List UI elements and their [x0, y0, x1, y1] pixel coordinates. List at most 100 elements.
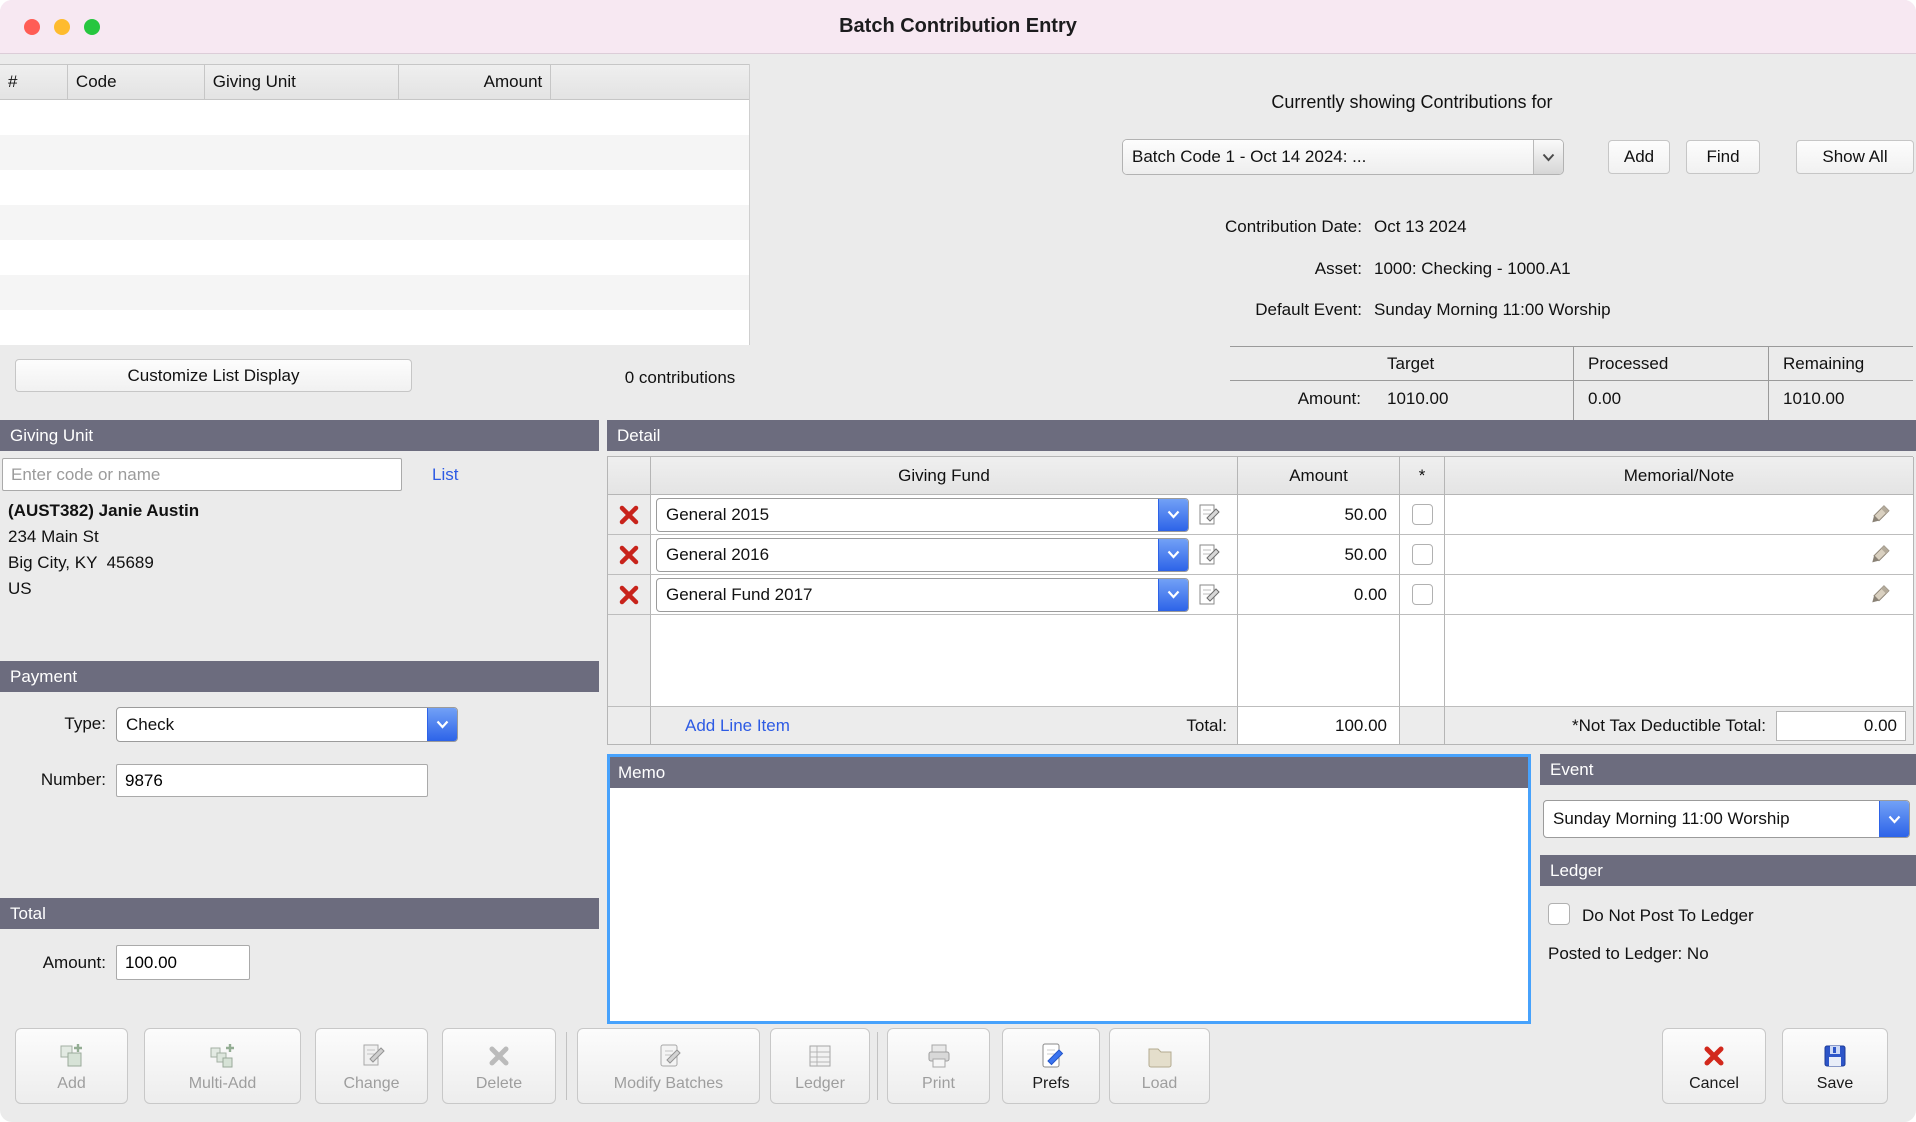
chevron-down-icon: [1158, 579, 1188, 611]
default-event-value: Sunday Morning 11:00 Worship: [1374, 300, 1611, 320]
delete-line-button[interactable]: [608, 535, 651, 575]
not-tax-deductible-total-value: 0.00: [1776, 711, 1906, 741]
chevron-down-icon: [427, 708, 457, 741]
detail-row: General Fund 2017 0.00: [608, 575, 1913, 615]
memorial-note-cell[interactable]: [1445, 535, 1914, 575]
contributions-list-body: [0, 100, 749, 345]
title-bar: Batch Contribution Entry: [0, 0, 1916, 54]
toolbar-ledger-button[interactable]: Ledger: [770, 1028, 870, 1104]
edit-fund-button[interactable]: [1196, 582, 1222, 608]
customize-list-display-button[interactable]: Customize List Display: [15, 359, 412, 392]
payment-type-value: Check: [117, 708, 427, 741]
ledger-section-header: Ledger: [1540, 855, 1916, 886]
not-tax-deductible-checkbox[interactable]: [1412, 584, 1433, 605]
line-amount-cell[interactable]: 50.00: [1238, 535, 1400, 575]
edit-fund-button[interactable]: [1196, 542, 1222, 568]
delete-line-button[interactable]: [608, 575, 651, 615]
contribution-count: 0 contributions: [520, 368, 840, 388]
col-extra: [551, 65, 749, 99]
edit-icon: [1196, 502, 1222, 528]
payment-section-header: Payment: [0, 661, 599, 692]
detail-row: General 2016 50.00: [608, 535, 1913, 575]
batch-select[interactable]: Batch Code 1 - Oct 14 2024: ...: [1122, 139, 1564, 175]
stats-col-target: Target: [1373, 347, 1573, 380]
payment-type-select[interactable]: Check: [116, 707, 458, 742]
show-all-button[interactable]: Show All: [1796, 140, 1914, 174]
toolbar-modify-batches-button[interactable]: Modify Batches: [577, 1028, 760, 1104]
toolbar-change-button[interactable]: Change: [315, 1028, 428, 1104]
giving-fund-select[interactable]: General 2015: [656, 498, 1189, 532]
window-title: Batch Contribution Entry: [839, 15, 1077, 38]
chevron-down-icon: [1158, 499, 1188, 531]
giving-unit-address-line: US: [8, 576, 199, 602]
list-row: [0, 135, 749, 170]
delete-row-icon: [617, 503, 641, 527]
line-amount-cell[interactable]: 50.00: [1238, 495, 1400, 535]
toolbar-load-button[interactable]: Load: [1109, 1028, 1210, 1104]
memo-section-header: Memo: [610, 757, 1528, 788]
giving-unit-search-input[interactable]: [2, 458, 402, 491]
asset-value: 1000: Checking - 1000.A1: [1374, 259, 1571, 279]
total-section-header: Total: [0, 898, 599, 929]
multi-add-icon: [208, 1040, 238, 1072]
list-row: [0, 170, 749, 205]
load-icon: [1145, 1040, 1175, 1072]
detail-header-row: Giving Fund Amount * Memorial/Note: [608, 457, 1913, 495]
giving-unit-address-line: 234 Main St: [8, 524, 199, 550]
list-row: [0, 205, 749, 240]
add-batch-button[interactable]: Add: [1608, 140, 1670, 174]
toolbar-prefs-button[interactable]: Prefs: [1002, 1028, 1100, 1104]
list-row: [0, 310, 749, 345]
list-row: [0, 275, 749, 310]
edit-icon: [1196, 542, 1222, 568]
contribution-date-value: Oct 13 2024: [1374, 217, 1467, 237]
event-select[interactable]: Sunday Morning 11:00 Worship: [1543, 800, 1910, 838]
col-code: Code: [68, 65, 205, 99]
giving-fund-select[interactable]: General Fund 2017: [656, 578, 1189, 612]
memorial-note-cell[interactable]: [1445, 495, 1914, 535]
batch-select-value: Batch Code 1 - Oct 14 2024: ...: [1123, 140, 1533, 174]
delete-row-icon: [617, 583, 641, 607]
contributions-list: # Code Giving Unit Amount: [0, 64, 750, 345]
cancel-icon: [1699, 1040, 1729, 1072]
save-button[interactable]: Save: [1782, 1028, 1888, 1104]
toolbar-multi-add-button[interactable]: Multi-Add: [144, 1028, 301, 1104]
payment-number-input[interactable]: [116, 764, 428, 797]
toolbar-delete-button[interactable]: Delete: [442, 1028, 556, 1104]
toolbar-separator: [877, 1032, 878, 1100]
chevron-down-icon: [1533, 140, 1563, 174]
toolbar-add-button[interactable]: Add: [15, 1028, 128, 1104]
print-icon: [924, 1040, 954, 1072]
giving-unit-list-link[interactable]: List: [432, 465, 458, 485]
line-amount-cell[interactable]: 0.00: [1238, 575, 1400, 615]
memorial-note-cell[interactable]: [1445, 575, 1914, 615]
batch-heading: Currently showing Contributions for: [1122, 92, 1702, 113]
giving-fund-value: General 2015: [657, 499, 1158, 531]
zoom-button[interactable]: [84, 19, 100, 35]
detail-col-memorial-note: Memorial/Note: [1445, 457, 1914, 495]
not-tax-deductible-checkbox[interactable]: [1412, 504, 1433, 525]
add-line-item-link[interactable]: Add Line Item: [685, 716, 790, 736]
minimize-button[interactable]: [54, 19, 70, 35]
do-not-post-checkbox[interactable]: [1548, 903, 1570, 925]
giving-fund-value: General 2016: [657, 539, 1158, 571]
toolbar-print-button[interactable]: Print: [887, 1028, 990, 1104]
do-not-post-label: Do Not Post To Ledger: [1582, 906, 1754, 926]
not-tax-deductible-checkbox[interactable]: [1412, 544, 1433, 565]
chevron-down-icon: [1158, 539, 1188, 571]
save-icon: [1820, 1040, 1850, 1072]
close-button[interactable]: [24, 19, 40, 35]
find-batch-button[interactable]: Find: [1686, 140, 1760, 174]
modify-batches-icon: [654, 1040, 684, 1072]
memo-textarea[interactable]: [610, 788, 1528, 1021]
stats-amount-label: Amount:: [1230, 381, 1373, 416]
total-amount-input[interactable]: [116, 945, 250, 980]
prefs-icon: [1036, 1040, 1066, 1072]
detail-total-value: 100.00: [1238, 707, 1400, 745]
giving-fund-select[interactable]: General 2016: [656, 538, 1189, 572]
edit-fund-button[interactable]: [1196, 502, 1222, 528]
delete-row-icon: [617, 543, 641, 567]
delete-line-button[interactable]: [608, 495, 651, 535]
cancel-button[interactable]: Cancel: [1662, 1028, 1766, 1104]
memorial-note-icon: [1867, 503, 1891, 527]
